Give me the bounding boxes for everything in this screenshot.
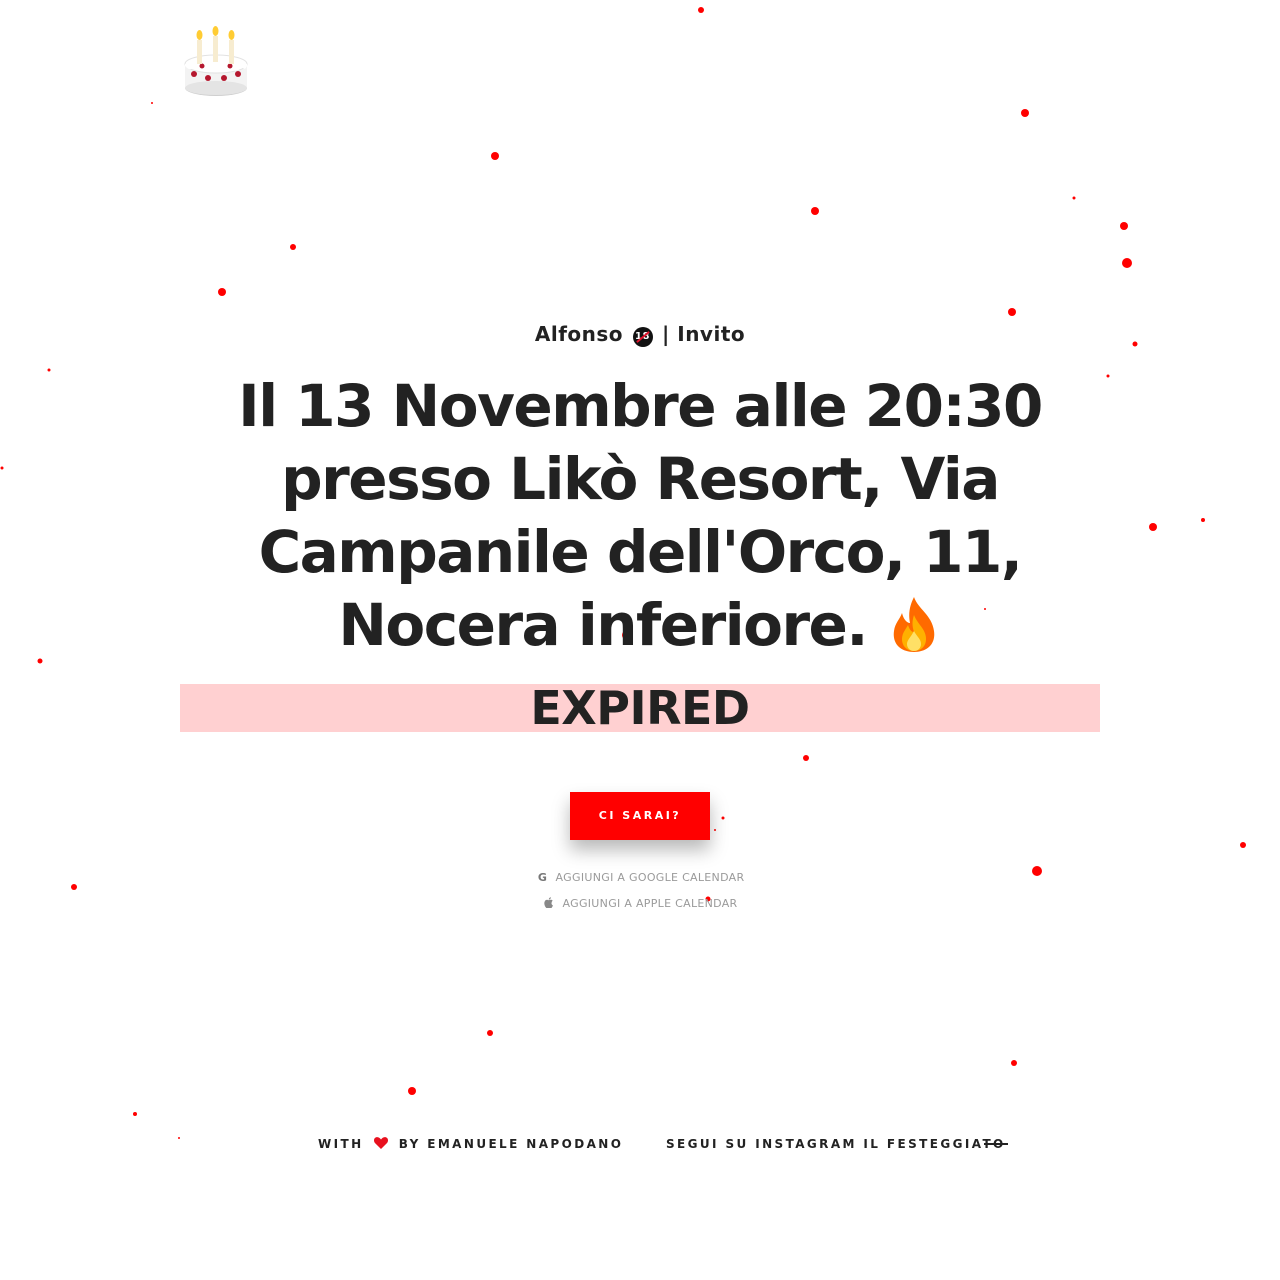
confetti-dot [1122, 258, 1132, 268]
confetti-dot [1072, 196, 1076, 200]
confetti-dot [1120, 222, 1128, 230]
confetti-dot [1008, 308, 1016, 316]
confetti-dot [71, 884, 77, 890]
confetti-dot [803, 755, 809, 761]
confetti-dot [408, 1087, 416, 1095]
credit-prefix: WITH [318, 1137, 364, 1151]
invite-label: Invito [677, 322, 746, 346]
confetti-dot [178, 1137, 180, 1139]
credit-suffix: BY EMANUELE NAPODANO [398, 1137, 624, 1151]
footer-divider [984, 1143, 1008, 1145]
confetti-dot [37, 658, 43, 664]
confetti-dot [698, 7, 704, 13]
add-google-calendar-link[interactable]: G AGGIUNGI A GOOGLE CALENDAR [0, 871, 1280, 884]
confetti-dot [1149, 523, 1157, 531]
confetti-dot [811, 207, 819, 215]
confetti-dot [487, 1030, 493, 1036]
confetti-dot [151, 102, 153, 104]
confetti-dot [1240, 842, 1246, 848]
confetti-dot [491, 152, 499, 160]
footer-credit: WITH BY EMANUELE NAPODANO [318, 1137, 623, 1151]
confetti-dot [47, 368, 51, 372]
confetti-dot [1021, 109, 1029, 117]
invitation-page: Alfonso 18 | Invito Il 13 Novembre alle … [0, 0, 1280, 1280]
rsvp-button[interactable]: CI SARAI? [570, 792, 710, 840]
confetti-dot [1201, 518, 1205, 522]
countdown-status: EXPIRED [530, 681, 750, 735]
heart-icon [374, 1137, 389, 1149]
age-18-icon: 18 [632, 327, 653, 347]
confetti-dot [1011, 1060, 1017, 1066]
confetti-dot [0, 466, 4, 470]
event-headline: Il 13 Novembre alle 20:30 presso Likò Re… [190, 370, 1090, 662]
apple-calendar-label: AGGIUNGI A APPLE CALENDAR [562, 897, 738, 910]
add-apple-calendar-link[interactable]: AGGIUNGI A APPLE CALENDAR [0, 897, 1280, 910]
apple-icon [542, 897, 556, 910]
google-calendar-label: AGGIUNGI A GOOGLE CALENDAR [555, 871, 745, 884]
subtitle-separator: | [661, 322, 670, 346]
confetti-dot [290, 244, 296, 250]
google-icon: G [537, 871, 548, 884]
confetti-dot [133, 1112, 137, 1116]
celebrant-name: Alfonso [534, 322, 624, 346]
confetti-dot [218, 288, 226, 296]
instagram-link[interactable]: SEGUI SU INSTAGRAM IL FESTEGGIATO [666, 1137, 1006, 1151]
confetti-dot [714, 829, 716, 831]
birthday-cake-icon [182, 26, 250, 98]
fire-icon [886, 595, 942, 653]
invite-subtitle: Alfonso 18 | Invito [0, 322, 1280, 347]
confetti-dot [1106, 374, 1110, 378]
confetti-dot [721, 816, 725, 820]
